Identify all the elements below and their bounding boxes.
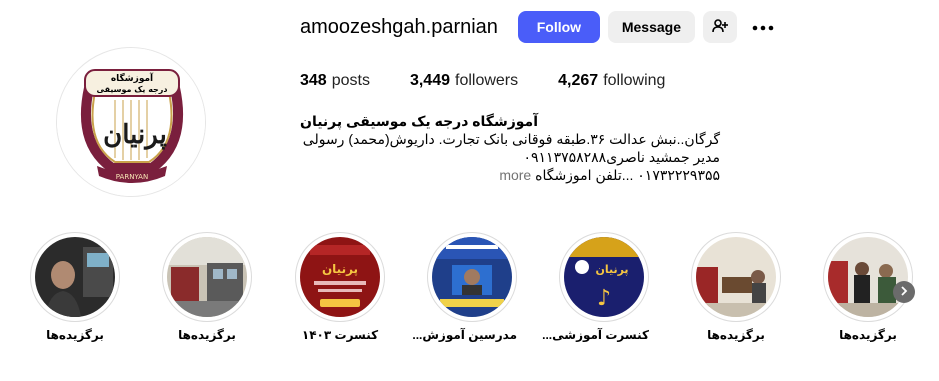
following-count: 4,267 <box>558 72 599 89</box>
highlights-next-button[interactable] <box>893 281 915 303</box>
highlight-label: برگزیده‌ها <box>178 328 236 342</box>
highlight-ring <box>691 232 781 322</box>
highlight-cover <box>167 237 247 317</box>
parnian-logo: آموزشگاه درجه یک موسیقی پرنیان PARNYAN <box>57 48 205 196</box>
following-stat[interactable]: 4,267 following <box>558 72 665 90</box>
highlight-cover: پرنیان ♪ <box>564 237 644 317</box>
highlight-cover <box>35 237 115 317</box>
logo-text-sub: درجه یک موسیقی <box>96 85 167 94</box>
svg-text:پرنیان: پرنیان <box>103 120 167 150</box>
posts-count: 348 <box>300 72 327 89</box>
highlight-cover <box>828 237 908 317</box>
svg-text:پرنیان: پرنیان <box>322 262 358 276</box>
logo-text-top: آموزشگاه <box>111 72 154 84</box>
highlight-ring: پرنیان ♪ <box>559 232 649 322</box>
bio-line-phone-text: ۰۱۷۳۲۲۲۹۳۵۵ ...تلفن اموزشگاه <box>535 167 720 183</box>
add-user-icon <box>712 18 728 37</box>
highlight-ring <box>427 232 517 322</box>
bio-line-address: گرگان..نبش عدالت ۳۶.طبقه فوقانی بانک تجا… <box>302 131 720 147</box>
suggested-users-button[interactable] <box>702 11 737 43</box>
profile-display-name: آموزشگاه درجه یک موسیقی پرنیان <box>300 113 539 129</box>
message-button[interactable]: Message <box>607 11 695 43</box>
highlight-label: کنسرت آموزشی... <box>542 328 649 342</box>
posts-label: posts <box>331 72 370 89</box>
bio-line-phone: ۰۱۷۳۲۲۲۹۳۵۵ ...تلفن اموزشگاه more <box>300 166 720 184</box>
story-highlights: برگزیده‌ها برگزیده‌ها <box>30 232 913 352</box>
highlight-item[interactable]: پرنیان کنسرت ۱۴۰۳ <box>295 232 385 342</box>
highlight-label: برگزیده‌ها <box>707 328 765 342</box>
highlight-item[interactable]: پرنیان ♪ کنسرت آموزشی... <box>542 232 649 342</box>
highlight-item[interactable]: برگزیده‌ها <box>30 232 120 342</box>
highlight-item[interactable]: برگزیده‌ها <box>691 232 781 342</box>
svg-text:♪: ♪ <box>597 286 611 311</box>
more-icon <box>752 18 774 36</box>
followers-stat[interactable]: 3,449 followers <box>410 72 518 90</box>
highlight-cover <box>432 237 512 317</box>
profile-bio: آموزشگاه درجه یک موسیقی پرنیان گرگان..نب… <box>300 112 720 184</box>
bio-line-manager: مدیر جمشید ناصری۰۹۱۱۳۷۵۸۲۸۸ <box>523 149 720 165</box>
chevron-right-icon <box>899 283 909 301</box>
profile-stats: 348 posts 3,449 followers 4,267 followin… <box>300 72 705 90</box>
profile-avatar[interactable]: آموزشگاه درجه یک موسیقی پرنیان PARNYAN <box>56 47 206 197</box>
followers-label: followers <box>455 72 519 89</box>
following-label: following <box>603 72 666 89</box>
highlight-item[interactable]: برگزیده‌ها <box>162 232 252 342</box>
highlight-ring <box>162 232 252 322</box>
bio-more-link[interactable]: more <box>499 167 531 183</box>
more-options-button[interactable] <box>749 11 777 43</box>
highlight-label: کنسرت ۱۴۰۳ <box>301 328 379 342</box>
svg-text:پرنیان: پرنیان <box>595 263 628 276</box>
highlight-ring: پرنیان <box>295 232 385 322</box>
followers-count: 3,449 <box>409 72 450 89</box>
highlight-label: برگزیده‌ها <box>46 328 104 342</box>
profile-header: amoozeshgah.parnian Follow Message <box>300 10 900 44</box>
highlight-ring <box>823 232 913 322</box>
highlight-label: برگزیده‌ها <box>839 328 897 342</box>
highlight-cover: پرنیان <box>300 237 380 317</box>
highlight-label: مدرسین آموزش... <box>412 328 517 342</box>
highlight-cover <box>696 237 776 317</box>
posts-stat: 348 posts <box>300 72 370 90</box>
follow-button[interactable]: Follow <box>517 11 600 43</box>
logo-text-bottom: PARNYAN <box>116 173 148 181</box>
highlight-item[interactable]: مدرسین آموزش... <box>412 232 517 342</box>
highlight-ring <box>30 232 120 322</box>
username[interactable]: amoozeshgah.parnian <box>300 16 498 39</box>
